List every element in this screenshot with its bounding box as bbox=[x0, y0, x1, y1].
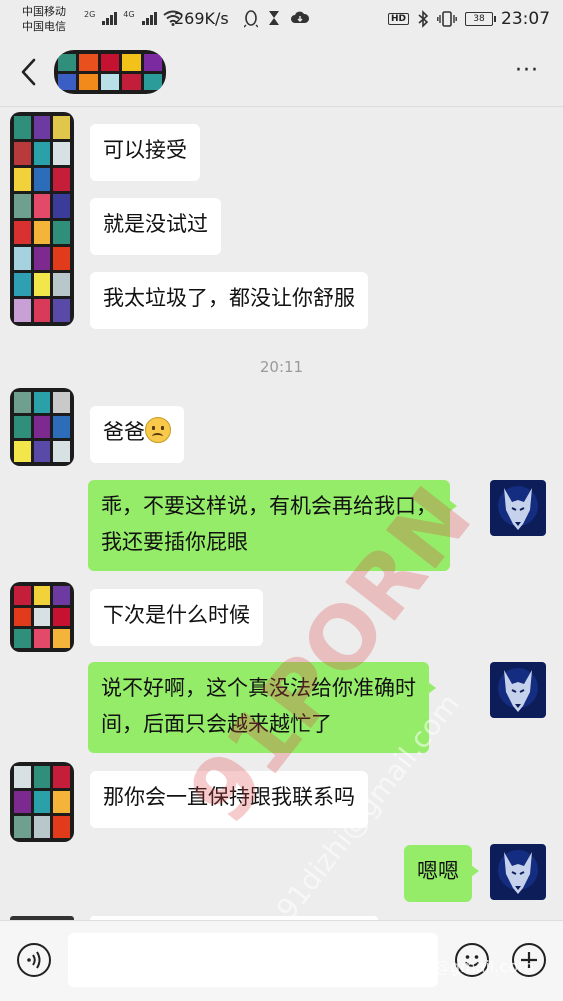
user-avatar[interactable] bbox=[490, 662, 546, 718]
message-text: 就是没试过 bbox=[103, 212, 208, 236]
battery-icon: 38 bbox=[465, 12, 497, 26]
notification-icons bbox=[244, 10, 310, 28]
carrier-labels: 中国移动 中国电信 bbox=[22, 4, 66, 34]
signal-icon bbox=[102, 11, 118, 25]
system-icons: HD 38 23:07 bbox=[388, 9, 550, 29]
qq-icon bbox=[244, 10, 258, 28]
vibrate-icon bbox=[437, 11, 457, 27]
wolf-avatar-icon bbox=[490, 844, 546, 900]
plus-icon bbox=[521, 952, 537, 968]
message-text-line-1: 说不好啊，这个真没法给你准确时 bbox=[101, 676, 416, 700]
message-bubble[interactable]: 我太垃圾了，都没让你舒服 bbox=[90, 272, 368, 329]
message-text: 那你会一直保持跟我联系吗 bbox=[103, 785, 355, 809]
message-bubble[interactable]: 乖，不要这样说，有机会再给我口， 我还要插你屁眼 bbox=[88, 480, 457, 571]
message-bubble[interactable]: 下次是什么时候 bbox=[90, 589, 263, 646]
message-text-line-2: 间，后面只会越来越忙了 bbox=[101, 712, 332, 736]
network-type-1: 2G bbox=[84, 10, 96, 19]
frowning-face-emoji-icon bbox=[145, 417, 171, 443]
status-bar: 中国移动 中国电信 2G 4G 269K/s HD 38 23:07 bbox=[0, 0, 563, 40]
chevron-left-icon[interactable] bbox=[14, 54, 44, 90]
message-timestamp: 20:11 bbox=[259, 358, 304, 376]
wolf-avatar-icon bbox=[490, 480, 546, 536]
wolf-avatar-icon bbox=[490, 662, 546, 718]
voice-icon bbox=[27, 951, 41, 969]
message-text: 我太垃圾了，都没让你舒服 bbox=[103, 286, 355, 310]
contact-name-redacted bbox=[54, 50, 166, 94]
bluetooth-icon bbox=[418, 10, 429, 28]
contact-avatar[interactable] bbox=[10, 582, 74, 652]
contact-avatar[interactable] bbox=[10, 388, 74, 466]
message-bubble[interactable]: 那你会一直保持跟我联系吗 bbox=[90, 771, 368, 828]
signal-group: 2G 4G bbox=[84, 10, 183, 26]
more-options-button[interactable]: ··· bbox=[515, 58, 539, 83]
message-text: 爸爸 bbox=[103, 420, 145, 444]
user-avatar[interactable] bbox=[490, 480, 546, 536]
carrier-1: 中国移动 bbox=[22, 5, 66, 18]
message-bubble[interactable]: 嗯嗯 bbox=[404, 845, 479, 902]
message-text: 嗯嗯 bbox=[417, 859, 459, 883]
network-speed: 269K/s bbox=[174, 9, 229, 28]
emoji-button[interactable] bbox=[455, 943, 489, 977]
hourglass-icon bbox=[269, 11, 279, 25]
input-bar: 91dizhi@gmail.com bbox=[0, 920, 563, 1001]
network-type-2: 4G bbox=[123, 10, 135, 19]
carrier-2: 中国电信 bbox=[22, 20, 66, 33]
cloud-icon bbox=[291, 11, 310, 23]
plus-button[interactable] bbox=[512, 943, 546, 977]
message-bubble[interactable]: 爸爸 bbox=[90, 406, 184, 463]
signal-icon-2 bbox=[141, 11, 157, 25]
message-text: 下次是什么时候 bbox=[103, 603, 250, 627]
message-bubble[interactable]: 可以接受 bbox=[90, 124, 200, 181]
contact-avatar[interactable] bbox=[10, 112, 74, 326]
message-input[interactable] bbox=[68, 933, 438, 987]
message-text-line-2: 我还要插你屁眼 bbox=[101, 530, 248, 554]
contact-avatar[interactable] bbox=[10, 762, 74, 842]
message-text: 可以接受 bbox=[103, 138, 187, 162]
status-time: 23:07 bbox=[501, 9, 551, 29]
emoji-icon bbox=[464, 955, 480, 967]
voice-button[interactable] bbox=[17, 943, 51, 977]
user-avatar[interactable] bbox=[490, 844, 546, 900]
message-text-line-1: 乖，不要这样说，有机会再给我口， bbox=[101, 494, 437, 518]
hd-icon: HD bbox=[388, 13, 410, 25]
message-bubble[interactable]: 就是没试过 bbox=[90, 198, 221, 255]
chat-header: ··· bbox=[0, 40, 563, 107]
message-bubble[interactable]: 说不好啊，这个真没法给你准确时 间，后面只会越来越忙了 bbox=[88, 662, 436, 753]
